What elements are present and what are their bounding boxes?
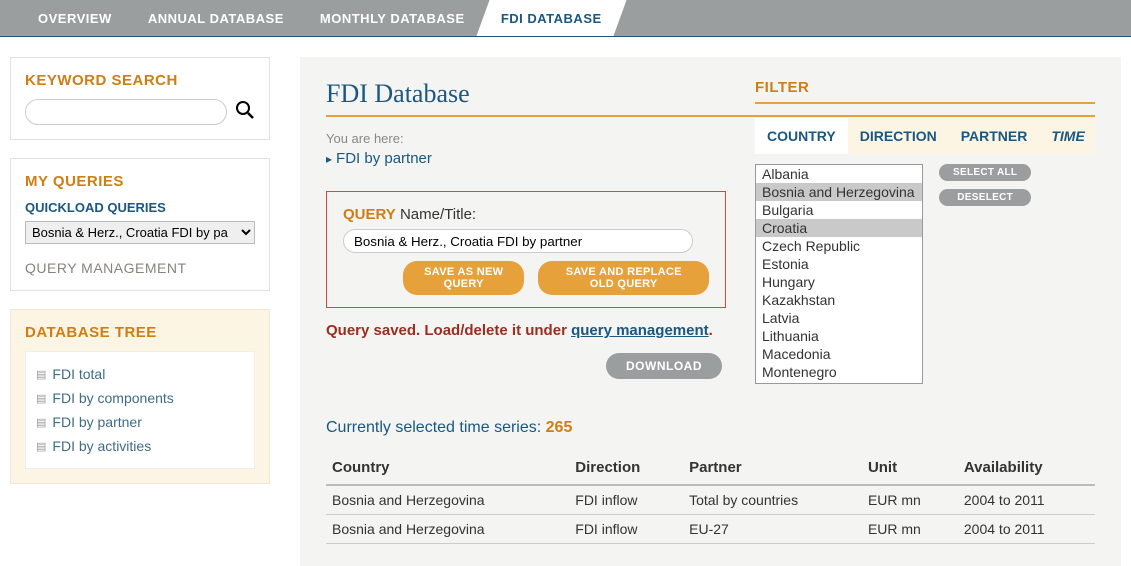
table-row: Bosnia and HerzegovinaFDI inflowTotal by… xyxy=(326,485,1095,515)
filter-tab-time[interactable]: TIME xyxy=(1039,118,1096,154)
nav-tab-monthly-database[interactable]: MONTHLY DATABASE xyxy=(302,0,483,36)
country-option[interactable]: Bulgaria xyxy=(756,201,922,219)
keyword-search-title: KEYWORD SEARCH xyxy=(25,72,255,89)
table-row: Bosnia and HerzegovinaFDI inflowEU-27EUR… xyxy=(326,515,1095,544)
select-all-button[interactable]: SELECT ALL xyxy=(939,164,1031,181)
filter-panel: FILTER COUNTRYDIRECTIONPARTNERTIME Alban… xyxy=(755,79,1095,384)
top-nav: OVERVIEWANNUAL DATABASEMONTHLY DATABASEF… xyxy=(0,0,1131,36)
tree-item[interactable]: FDI by activities xyxy=(34,434,246,458)
results-table: CountryDirectionPartnerUnitAvailability … xyxy=(326,451,1095,544)
saved-message: Query saved. Load/delete it under query … xyxy=(326,322,726,339)
deselect-button[interactable]: DESELECT xyxy=(939,189,1031,206)
my-queries-panel: MY QUERIES QUICKLOAD QUERIES Bosnia & He… xyxy=(10,158,270,291)
col-header: Direction xyxy=(569,451,683,485)
query-name-input[interactable] xyxy=(343,229,693,253)
keyword-search-panel: KEYWORD SEARCH xyxy=(10,57,270,140)
tree-item[interactable]: FDI by partner xyxy=(34,410,246,434)
nav-tab-fdi-database[interactable]: FDI DATABASE xyxy=(476,0,626,36)
quickload-select[interactable]: Bosnia & Herz., Croatia FDI by pa xyxy=(25,221,255,244)
filter-divider xyxy=(755,102,1095,104)
filter-tab-direction[interactable]: DIRECTION xyxy=(848,118,949,154)
country-listbox[interactable]: AlbaniaBosnia and HerzegovinaBulgariaCro… xyxy=(755,164,923,384)
filter-tab-partner[interactable]: PARTNER xyxy=(949,118,1040,154)
country-option[interactable]: Montenegro xyxy=(756,363,922,381)
my-queries-title: MY QUERIES xyxy=(25,173,255,190)
col-header: Partner xyxy=(683,451,862,485)
search-icon[interactable] xyxy=(235,100,255,124)
col-header: Availability xyxy=(958,451,1095,485)
query-box: QUERY Name/Title: SAVE AS NEW QUERY SAVE… xyxy=(326,191,726,308)
query-label: Name/Title: xyxy=(396,206,476,223)
query-prefix: QUERY xyxy=(343,206,396,223)
save-replace-query-button[interactable]: SAVE AND REPLACE OLD QUERY xyxy=(538,261,709,295)
selected-count-line: Currently selected time series: 265 xyxy=(326,419,1095,437)
country-option[interactable]: Lithuania xyxy=(756,327,922,345)
country-option[interactable]: Estonia xyxy=(756,255,922,273)
country-option[interactable]: Hungary xyxy=(756,273,922,291)
tree-item[interactable]: FDI by components xyxy=(34,386,246,410)
filter-title: FILTER xyxy=(755,79,1095,96)
quickload-label: QUICKLOAD QUERIES xyxy=(25,200,255,215)
download-button[interactable]: DOWNLOAD xyxy=(606,353,722,379)
nav-tab-overview[interactable]: OVERVIEW xyxy=(20,0,130,36)
col-header: Unit xyxy=(862,451,958,485)
save-new-query-button[interactable]: SAVE AS NEW QUERY xyxy=(403,261,524,295)
country-option[interactable]: Czech Republic xyxy=(756,237,922,255)
country-option[interactable]: Latvia xyxy=(756,309,922,327)
database-tree-panel: DATABASE TREE FDI totalFDI by components… xyxy=(10,309,270,484)
country-option[interactable]: Croatia xyxy=(756,219,922,237)
col-header: Country xyxy=(326,451,569,485)
country-option[interactable]: Kazakhstan xyxy=(756,291,922,309)
country-option[interactable]: Albania xyxy=(756,165,922,183)
country-option[interactable]: Bosnia and Herzegovina xyxy=(756,183,922,201)
query-management-link[interactable]: QUERY MANAGEMENT xyxy=(25,260,255,276)
query-management-inline-link[interactable]: query management xyxy=(571,322,709,339)
country-option[interactable]: Macedonia xyxy=(756,345,922,363)
filter-tab-country[interactable]: COUNTRY xyxy=(755,118,848,154)
database-tree-title: DATABASE TREE xyxy=(25,324,255,341)
search-input[interactable] xyxy=(25,99,227,125)
nav-tab-annual-database[interactable]: ANNUAL DATABASE xyxy=(130,0,302,36)
tree-item[interactable]: FDI total xyxy=(34,362,246,386)
